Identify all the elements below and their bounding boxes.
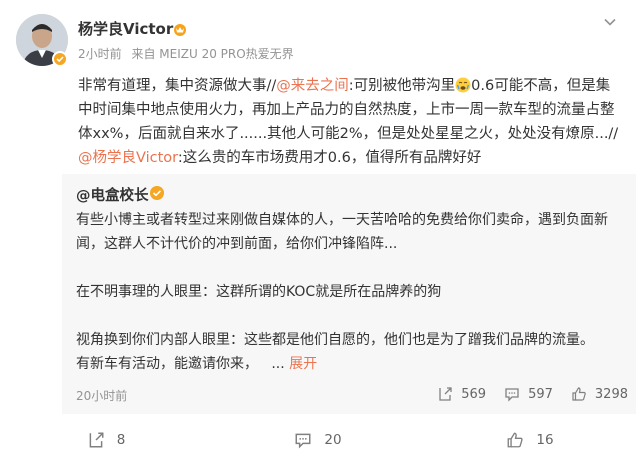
repost-icon bbox=[89, 432, 104, 448]
repost-paragraph: 视角换到你们内部人眼里：这些都是他们自愿的，他们也是为了蹭我们品牌的流量。 bbox=[76, 332, 594, 348]
chevron-down-icon[interactable] bbox=[602, 14, 618, 30]
post-text: 非常有道理，集中资源做大事//@来去之间:可别被他带沟里 0.6可能不高，但是集中… bbox=[78, 74, 620, 170]
like-icon bbox=[572, 387, 586, 401]
repost-paragraph: 有新车有活动，能邀请你来， ... 展开 bbox=[76, 352, 628, 376]
like-icon bbox=[507, 432, 524, 448]
comment-icon bbox=[295, 433, 311, 449]
mention-link[interactable]: @来去之间 bbox=[276, 78, 349, 94]
post-timestamp[interactable]: 2小时前 bbox=[78, 47, 122, 61]
like-button[interactable]: 16 bbox=[424, 418, 636, 462]
repost-author[interactable]: @电盒校长 bbox=[76, 184, 149, 205]
repost-text-segment: 有新车有活动，能邀请你来， bbox=[76, 356, 258, 372]
repost-button-count: 8 bbox=[116, 432, 126, 448]
username[interactable]: 杨学良Victor bbox=[78, 18, 173, 39]
repost-paragraph: 有些小博主或者转型过来刚做自媒体的人，一天苦哈哈的免费给你们卖命，遇到负面新闻，… bbox=[76, 212, 608, 252]
expand-link[interactable]: 展开 bbox=[289, 356, 317, 372]
post-meta: 2小时前 来自 MEIZU 20 PRO热爱无界 bbox=[78, 45, 300, 62]
repost-stat-reposts[interactable]: 569 bbox=[437, 386, 486, 402]
repost-paragraph: 在不明事理的人眼里：这群所谓的KOC就是所在品牌养的狗 bbox=[76, 284, 442, 300]
repost-stat-comments[interactable]: 597 bbox=[504, 386, 553, 402]
post-text-segment: 非常有道理，集中资源做大事// bbox=[78, 78, 277, 94]
comment-button-count: 20 bbox=[324, 432, 342, 448]
repost-card[interactable]: @电盒校长 有些小博主或者转型过来刚做自媒体的人，一天苦哈哈的免费给你们卖命，遇… bbox=[62, 174, 636, 414]
crown-icon bbox=[174, 24, 186, 36]
repost-text: 有些小博主或者转型过来刚做自媒体的人，一天苦哈哈的免费给你们卖命，遇到负面新闻，… bbox=[76, 208, 628, 376]
repost-stats: 569 597 3298 bbox=[437, 384, 636, 404]
post-source: 来自 MEIZU 20 PRO热爱无界 bbox=[131, 47, 294, 61]
like-button-count: 16 bbox=[536, 432, 554, 448]
comment-icon bbox=[505, 388, 519, 402]
like-count: 3298 bbox=[594, 386, 628, 402]
verified-badge-icon bbox=[52, 51, 68, 67]
repost-stat-likes[interactable]: 3298 bbox=[571, 386, 628, 402]
repost-count: 569 bbox=[461, 386, 487, 402]
repost-timestamp[interactable]: 20小时前 bbox=[76, 387, 127, 404]
emoji-icon bbox=[455, 77, 471, 93]
repost-button[interactable]: 8 bbox=[0, 418, 212, 462]
comment-button[interactable]: 20 bbox=[212, 418, 424, 462]
mention-link[interactable]: @杨学良Victor bbox=[78, 150, 178, 166]
post-text-segment: :可别被他带沟里 bbox=[348, 78, 456, 94]
verified-badge-icon bbox=[150, 186, 164, 200]
action-bar: 8 20 16 bbox=[0, 418, 636, 462]
repost-icon bbox=[439, 387, 452, 401]
post-text-segment: :这么贵的车市场费用才0.6，值得所有品牌好好 bbox=[177, 150, 482, 166]
ellipsis: ... bbox=[271, 356, 285, 372]
comment-count: 597 bbox=[528, 386, 553, 402]
